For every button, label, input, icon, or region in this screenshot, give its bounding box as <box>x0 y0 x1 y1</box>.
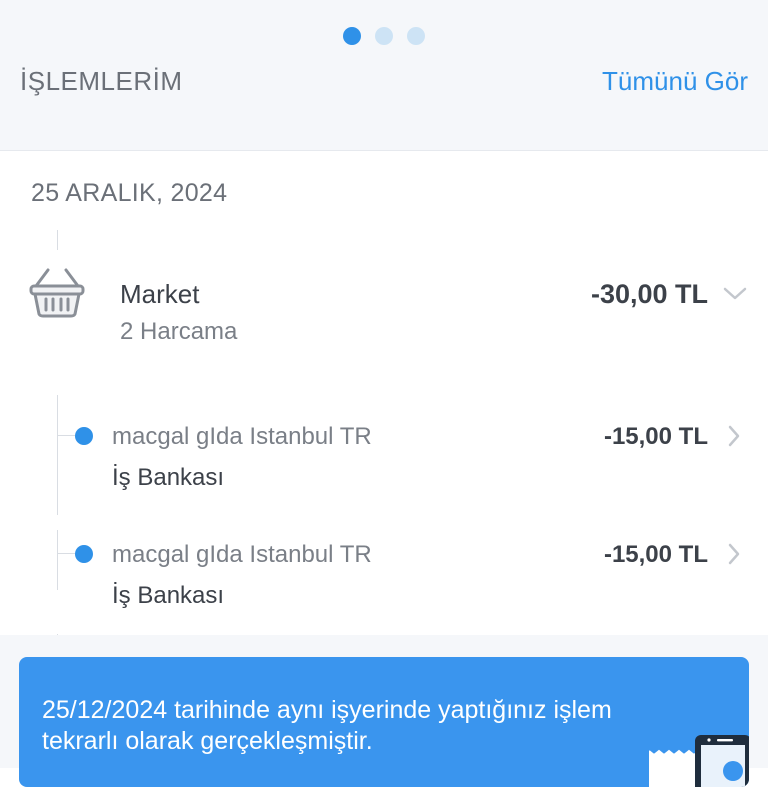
timeline-line <box>57 530 58 590</box>
page-dot[interactable] <box>407 27 425 45</box>
transaction-amount: -15,00 TL <box>603 423 708 450</box>
category-subtitle: 2 Harcama <box>120 318 238 345</box>
section-title: İŞLEMLERİM <box>20 66 183 96</box>
transaction-bank: İş Bankası <box>112 582 225 609</box>
transaction-merchant: macgal gIda Istanbul TR <box>112 423 372 450</box>
banner-message: 25/12/2024 tarihinde aynı işyerinde yapt… <box>42 696 612 755</box>
see-all-link[interactable]: Tümünü Gör <box>602 66 748 97</box>
category-amount: -30,00 TL <box>590 279 708 309</box>
chevron-right-icon[interactable] <box>726 424 742 448</box>
page-dot[interactable] <box>375 27 393 45</box>
timeline-branch <box>57 435 77 436</box>
header: İŞLEMLERİM Tümünü Gör <box>0 0 768 151</box>
chevron-down-icon[interactable] <box>722 283 748 303</box>
category-name: Market <box>120 279 200 309</box>
chevron-right-icon[interactable] <box>726 542 742 566</box>
timeline-line <box>57 230 58 250</box>
transaction-amount: -15,00 TL <box>603 541 708 568</box>
transaction-bank: İş Bankası <box>112 464 225 491</box>
transaction-merchant: macgal gIda Istanbul TR <box>112 541 372 568</box>
page-dot-active[interactable] <box>343 27 361 45</box>
timeline-dot <box>75 427 93 445</box>
phone-receipt-icon <box>649 735 749 787</box>
date-header: 25 ARALIK, 2024 <box>31 179 228 207</box>
timeline-line <box>57 395 58 515</box>
shopping-basket-icon <box>29 268 85 318</box>
timeline-branch <box>57 553 77 554</box>
timeline-dot <box>75 545 93 563</box>
